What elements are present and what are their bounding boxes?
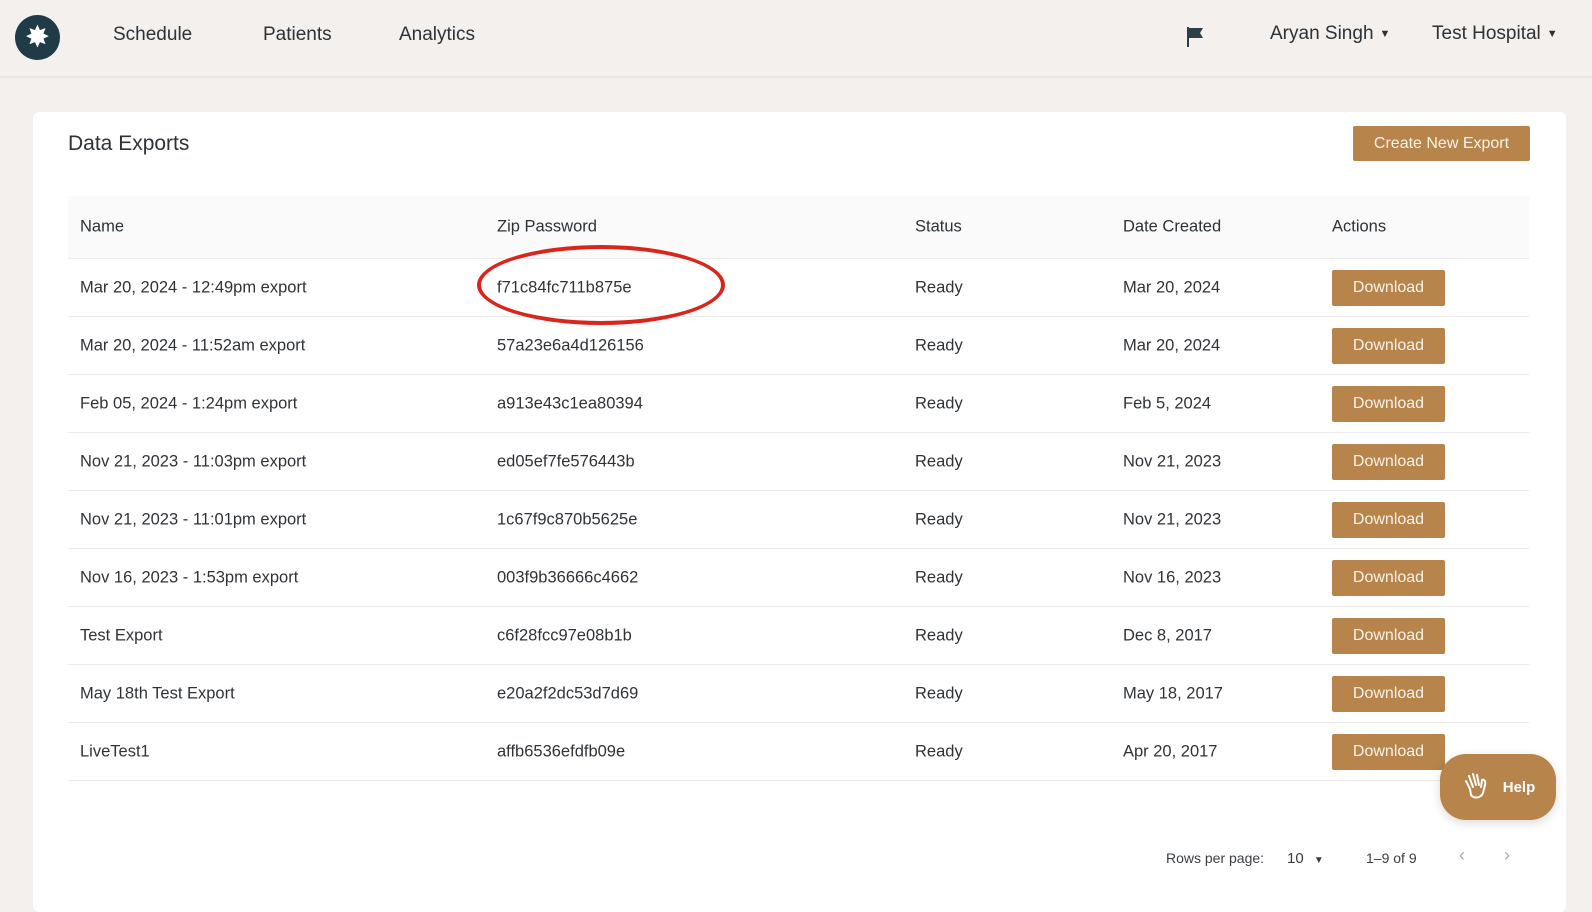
status: Ready	[915, 394, 963, 412]
table-row: Mar 20, 2024 - 11:52am export 57a23e6a4d…	[68, 317, 1529, 375]
app-logo[interactable]: ✸	[15, 15, 60, 60]
page-gutter	[1566, 80, 1592, 902]
exports-table: Name Zip Password Status Date Created Ac…	[68, 196, 1529, 781]
download-button[interactable]: Download	[1332, 617, 1445, 654]
zip-password: e20a2f2dc53d7d69	[497, 684, 639, 702]
pagination-range: 1–9 of 9	[1366, 850, 1417, 866]
rows-per-page-select[interactable]: 10 ▼	[1287, 850, 1324, 867]
date-created: Nov 21, 2023	[1123, 452, 1222, 470]
create-new-export-button[interactable]: Create New Export	[1353, 126, 1530, 161]
hospital-name: Test Hospital	[1432, 23, 1541, 44]
caret-down-icon: ▼	[1313, 855, 1324, 866]
waving-hand-icon	[1461, 769, 1493, 805]
export-name: Test Export	[80, 626, 163, 644]
help-button[interactable]: Help	[1440, 754, 1556, 820]
date-created: May 18, 2017	[1123, 684, 1223, 702]
date-created: Mar 20, 2024	[1123, 278, 1221, 296]
date-created: Apr 20, 2017	[1123, 742, 1218, 760]
date-created: Feb 5, 2024	[1123, 394, 1212, 412]
zip-password: ed05ef7fe576443b	[497, 452, 635, 470]
header-name[interactable]: Name	[80, 218, 124, 237]
hospital-menu[interactable]: Test Hospital ▼	[1432, 23, 1558, 45]
download-button[interactable]: Download	[1332, 559, 1445, 596]
download-button[interactable]: Download	[1332, 733, 1445, 770]
download-button[interactable]: Download	[1332, 675, 1445, 712]
table-row: Nov 21, 2023 - 11:03pm export ed05ef7fe5…	[68, 433, 1529, 491]
nav-patients[interactable]: Patients	[263, 24, 332, 46]
table-row: Feb 05, 2024 - 1:24pm export a913e43c1ea…	[68, 375, 1529, 433]
table-row: Mar 20, 2024 - 12:49pm export f71c84fc71…	[68, 245, 1529, 325]
rows-per-page-label: Rows per page:	[1166, 850, 1265, 866]
zip-password: 57a23e6a4d126156	[497, 336, 644, 354]
status: Ready	[915, 452, 963, 470]
data-exports-card: Data Exports Create New Export Name Zip …	[33, 112, 1566, 912]
user-name: Aryan Singh	[1270, 23, 1374, 44]
header-date-created[interactable]: Date Created	[1123, 218, 1221, 237]
export-name: Nov 21, 2023 - 11:03pm export	[80, 452, 307, 470]
header-zip-password[interactable]: Zip Password	[497, 218, 597, 237]
table-row: Test Export c6f28fcc97e08b1b Ready Dec 8…	[68, 607, 1529, 665]
zip-password: a913e43c1ea80394	[497, 394, 643, 412]
download-button[interactable]: Download	[1332, 385, 1445, 422]
rows-per-page-value: 10	[1287, 850, 1304, 867]
caret-down-icon: ▼	[1379, 27, 1391, 40]
status: Ready	[915, 684, 963, 702]
nav-schedule[interactable]: Schedule	[113, 24, 192, 46]
next-page-icon[interactable]: ›	[1504, 845, 1510, 866]
date-created: Nov 21, 2023	[1123, 510, 1222, 528]
download-button[interactable]: Download	[1332, 269, 1445, 306]
top-nav: ✸ Schedule Patients Analytics Aryan Sing…	[0, 0, 1592, 78]
header-actions: Actions	[1332, 217, 1387, 236]
status: Ready	[915, 742, 963, 760]
status: Ready	[915, 510, 963, 528]
download-button[interactable]: Download	[1332, 443, 1445, 480]
status: Ready	[915, 626, 963, 644]
date-created: Nov 16, 2023	[1123, 568, 1222, 586]
caret-down-icon: ▼	[1546, 27, 1558, 40]
status: Ready	[915, 278, 963, 296]
nav-analytics[interactable]: Analytics	[399, 24, 475, 46]
date-created: Mar 20, 2024	[1123, 336, 1221, 354]
zip-password: affb6536efdfb09e	[497, 742, 626, 760]
date-created: Dec 8, 2017	[1123, 626, 1212, 644]
status: Ready	[915, 336, 963, 354]
table-row: Nov 21, 2023 - 11:01pm export 1c67f9c870…	[68, 491, 1529, 549]
export-name: LiveTest1	[80, 742, 150, 760]
download-button[interactable]: Download	[1332, 501, 1445, 538]
flag-icon[interactable]	[1186, 26, 1206, 53]
help-label: Help	[1502, 778, 1536, 796]
page-title: Data Exports	[68, 132, 190, 155]
table-row: Nov 16, 2023 - 1:53pm export 003f9b36666…	[68, 549, 1529, 607]
user-menu[interactable]: Aryan Singh ▼	[1270, 23, 1390, 45]
export-name: May 18th Test Export	[80, 684, 235, 702]
export-name: Nov 21, 2023 - 11:01pm export	[80, 510, 307, 528]
zip-password: c6f28fcc97e08b1b	[497, 626, 632, 644]
export-name: Mar 20, 2024 - 12:49pm export	[80, 278, 307, 296]
table-row: May 18th Test Export e20a2f2dc53d7d69 Re…	[68, 665, 1529, 723]
download-button[interactable]: Download	[1332, 327, 1445, 364]
status: Ready	[915, 568, 963, 586]
header-status[interactable]: Status	[915, 218, 962, 237]
zip-password: 003f9b36666c4662	[497, 568, 639, 586]
export-name: Nov 16, 2023 - 1:53pm export	[80, 568, 299, 586]
zip-password: 1c67f9c870b5625e	[497, 510, 638, 528]
export-name: Feb 05, 2024 - 1:24pm export	[80, 394, 298, 412]
table-row: LiveTest1 affb6536efdfb09e Ready Apr 20,…	[68, 723, 1529, 781]
table-header: Name Zip Password Status Date Created Ac…	[68, 196, 1529, 259]
prev-page-icon[interactable]: ‹	[1459, 845, 1465, 866]
export-name: Mar 20, 2024 - 11:52am export	[80, 336, 306, 354]
zip-password: f71c84fc711b875e	[497, 278, 632, 296]
